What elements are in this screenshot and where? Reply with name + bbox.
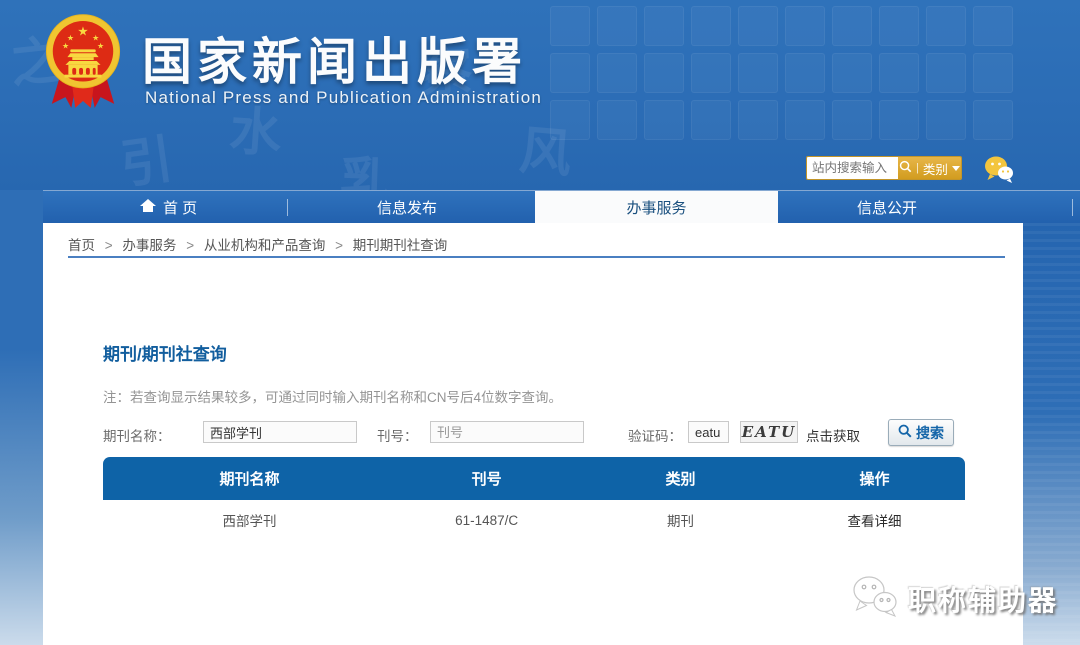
watermark-label: 职称辅助器: [908, 579, 1058, 619]
page-title: 期刊/期刊社查询: [103, 340, 227, 365]
search-button[interactable]: 搜索: [888, 419, 954, 446]
search-button-label: 搜索: [916, 423, 944, 443]
search-icon: [898, 424, 912, 441]
breadcrumb-item-home[interactable]: 首页: [68, 238, 95, 253]
nav-item-home[interactable]: 首 页: [140, 191, 197, 224]
cell-category: 期刊: [577, 500, 784, 540]
chevron-down-icon: [952, 166, 960, 171]
agency-title-english: National Press and Publication Administr…: [145, 88, 542, 108]
table-row: 西部学刊 61-1487/C 期刊 查看详细: [103, 500, 965, 540]
query-note: 注：若查询显示结果较多，可通过同时输入期刊名称和CN号后4位数字查询。: [103, 386, 562, 406]
column-header-journal-name: 期刊名称: [103, 457, 396, 500]
captcha-image[interactable]: EATU: [740, 421, 798, 443]
nav-item-label: 首 页: [163, 197, 197, 218]
issue-number-input[interactable]: [430, 421, 584, 443]
left-side-strip: [0, 190, 43, 645]
search-icon[interactable]: [899, 160, 912, 176]
captcha-label: 验证码：: [628, 425, 682, 445]
header-watermark-glyph: 乳: [339, 139, 394, 190]
nav-separator: [287, 199, 288, 216]
national-emblem-logo: ★ ★ ★ ★ ★: [44, 12, 122, 117]
svg-text:★: ★: [77, 25, 88, 39]
site-search-input[interactable]: [807, 157, 898, 179]
nav-item-label: 信息发布: [377, 197, 437, 218]
main-navigation: 首 页 信息发布 办事服务 信息公开: [43, 190, 1080, 223]
breadcrumb-separator: >: [335, 238, 343, 253]
journal-name-label: 期刊名称：: [103, 425, 171, 445]
nav-item-news[interactable]: 信息发布: [377, 191, 437, 224]
header-watermark-glyph: 引: [115, 117, 177, 190]
wechat-icon[interactable]: [984, 155, 1014, 188]
wechat-outline-icon: [852, 575, 900, 622]
view-detail-link[interactable]: 查看详细: [784, 500, 965, 540]
journal-name-input[interactable]: [203, 421, 357, 443]
results-table: 期刊名称 刊号 类别 操作 西部学刊 61-1487/C 期刊 查看详细: [103, 457, 965, 540]
nav-item-label: 信息公开: [857, 197, 917, 218]
nav-item-services-active[interactable]: 办事服务: [535, 191, 778, 224]
column-header-action: 操作: [784, 457, 965, 500]
cell-journal-name: 西部学刊: [103, 500, 396, 540]
breadcrumb-separator: >: [186, 238, 194, 253]
issue-number-label: 刊号：: [377, 425, 418, 445]
cell-cn-number: 61-1487/C: [396, 500, 577, 540]
search-divider: |: [916, 162, 919, 174]
breadcrumb-item-journal-query: 期刊期刊社查询: [353, 238, 448, 253]
breadcrumb-separator: >: [105, 238, 113, 253]
nav-item-label: 办事服务: [626, 197, 686, 218]
watermark-overlay: 职称辅助器: [852, 575, 1058, 622]
site-header: 之 水 察 风 引 乳 ★ ★ ★ ★ ★: [0, 0, 1080, 190]
column-header-category: 类别: [577, 457, 784, 500]
breadcrumb-item-services[interactable]: 办事服务: [122, 238, 176, 253]
site-search-widget: | 类别: [806, 156, 962, 180]
column-header-cn-number: 刊号: [396, 457, 577, 500]
site-search-actions[interactable]: | 类别: [898, 157, 961, 179]
breadcrumb-item-org-query[interactable]: 从业机构和产品查询: [204, 238, 326, 253]
svg-text:★: ★: [97, 41, 104, 50]
captcha-input[interactable]: [688, 421, 729, 443]
svg-text:★: ★: [62, 41, 69, 50]
agency-title: 国家新闻出版署: [142, 22, 702, 94]
captcha-refresh-link[interactable]: 点击获取: [806, 425, 860, 445]
home-icon: [140, 199, 156, 217]
search-category-dropdown[interactable]: 类别: [923, 159, 948, 178]
nav-separator: [1072, 199, 1073, 216]
results-header-row: 期刊名称 刊号 类别 操作: [103, 457, 965, 500]
breadcrumb: 首页 > 办事服务 > 从业机构和产品查询 > 期刊期刊社查询: [68, 234, 447, 254]
breadcrumb-underline: [68, 256, 1005, 258]
nav-item-disclosure[interactable]: 信息公开: [857, 191, 917, 224]
